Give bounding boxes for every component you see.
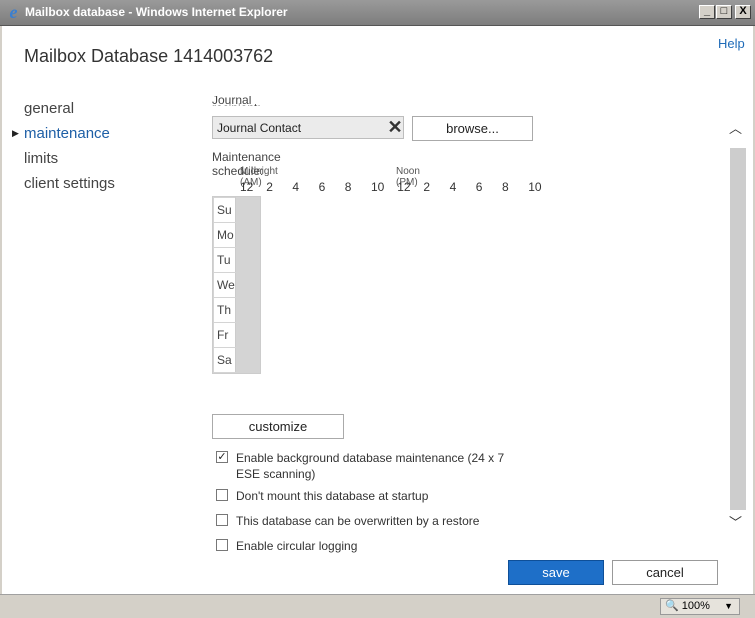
maximize-button[interactable]: □ (716, 5, 732, 19)
hour-label: 2 (423, 180, 431, 194)
magnifier-icon: 🔍 (665, 600, 679, 612)
nav-item-client-settings[interactable]: client settings (24, 171, 115, 196)
hour-label: 10 (371, 180, 385, 194)
clear-icon[interactable]: ✕ (384, 116, 406, 139)
schedule-row: Su (213, 197, 260, 223)
schedule-grid[interactable]: Su Mo Tu We Th Fr Sa (212, 196, 261, 374)
day-label: Sa (213, 347, 236, 373)
ie-logo-icon: e (9, 2, 18, 22)
hour-label: 6 (475, 180, 483, 194)
day-label: Fr (213, 322, 236, 348)
day-label: Mo (213, 222, 236, 248)
hour-label: 12 (240, 180, 254, 194)
browse-button[interactable]: browse... (412, 116, 533, 141)
side-nav: general ▶ maintenance limits client sett… (12, 96, 115, 196)
schedule-cell[interactable] (257, 222, 260, 248)
schedule-row: We (213, 272, 260, 298)
schedule-cell[interactable] (257, 197, 260, 223)
customize-button[interactable]: customize (212, 414, 344, 439)
journal-recipient-label: Journal recipient: (212, 96, 261, 106)
chevron-down-icon: ▼ (724, 601, 733, 611)
scrollbar-thumb[interactable] (730, 148, 746, 510)
dialog-content: Help Mailbox Database 1414003762 general… (2, 26, 753, 594)
schedule-cell[interactable] (257, 322, 260, 348)
chevron-up-icon[interactable]: ︿ (729, 118, 742, 137)
hour-label: 6 (318, 180, 326, 194)
checkbox-box[interactable] (216, 539, 228, 551)
hour-label: 8 (344, 180, 352, 194)
minimize-button[interactable]: _ (699, 5, 715, 19)
save-button[interactable]: save (508, 560, 604, 585)
schedule-row: Mo (213, 222, 260, 248)
schedule-row: Tu (213, 247, 260, 273)
hour-label: 10 (528, 180, 542, 194)
hour-label: 12 (397, 180, 411, 194)
page-title: Mailbox Database 1414003762 (24, 46, 274, 66)
schedule-row: Sa (213, 347, 260, 373)
journal-recipient-field[interactable]: Journal Contact (212, 116, 404, 139)
selected-arrow-icon: ▶ (12, 128, 19, 138)
zoom-control[interactable]: 🔍 100% ▼ (660, 598, 740, 615)
status-bar: 🔍 100% ▼ (0, 594, 755, 618)
schedule-cell[interactable] (257, 297, 260, 323)
day-label: Th (213, 297, 236, 323)
title-bar: e Mailbox database - Windows Internet Ex… (0, 0, 755, 26)
schedule-cell[interactable] (257, 247, 260, 273)
checkbox-box[interactable] (216, 514, 228, 526)
help-link[interactable]: Help (718, 36, 745, 51)
schedule-row: Fr (213, 322, 260, 348)
hour-label: 8 (502, 180, 509, 194)
nav-item-general[interactable]: general (24, 96, 115, 121)
hour-label: 4 (449, 180, 457, 194)
day-label: We (213, 272, 236, 298)
hour-label: 4 (292, 180, 300, 194)
close-button[interactable]: X (735, 5, 751, 19)
schedule-row: Th (213, 297, 260, 323)
window-title: Mailbox database - Windows Internet Expl… (25, 5, 288, 19)
schedule-cell[interactable] (257, 272, 260, 298)
chevron-down-icon[interactable]: ﹀ (729, 512, 742, 531)
checkbox-box[interactable]: ✓ (216, 451, 228, 463)
checkbox-box[interactable] (216, 489, 228, 501)
day-label: Su (213, 197, 236, 223)
day-label: Tu (213, 247, 236, 273)
nav-item-limits[interactable]: limits (24, 146, 115, 171)
nav-item-maintenance[interactable]: ▶ maintenance (12, 121, 115, 146)
schedule-cell[interactable] (257, 347, 260, 373)
cancel-button[interactable]: cancel (612, 560, 718, 585)
hour-label: 2 (266, 180, 273, 194)
